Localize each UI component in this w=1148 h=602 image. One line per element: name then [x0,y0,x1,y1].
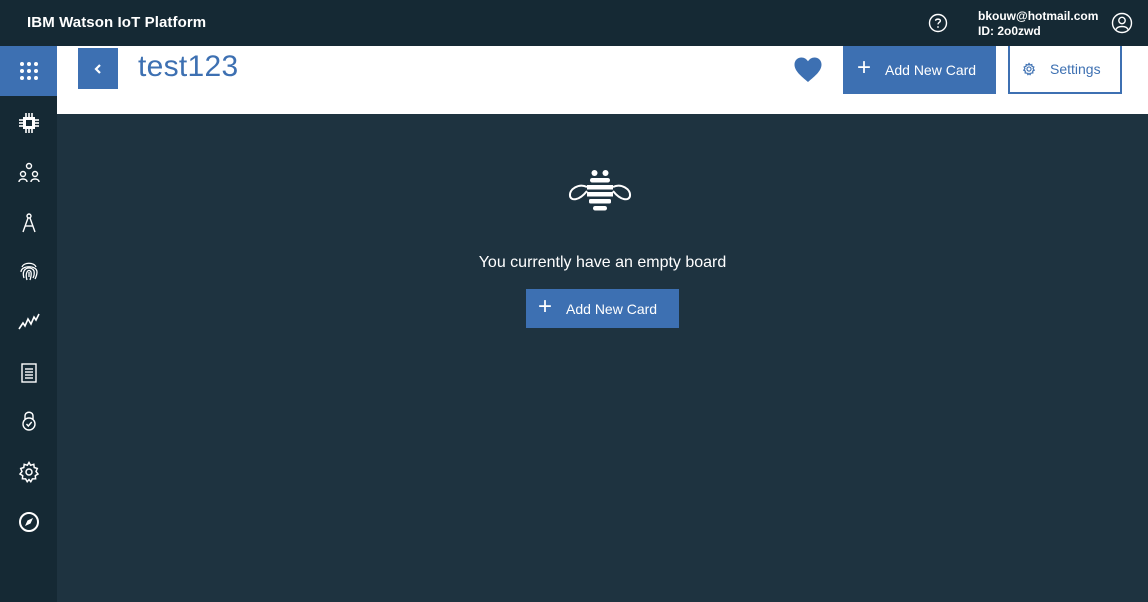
settings-label: Settings [1050,61,1101,77]
plus-icon: + [538,297,552,317]
app-title: IBM Watson IoT Platform [27,14,206,31]
back-button[interactable] [78,48,118,89]
favorite-heart-icon[interactable] [793,56,823,84]
top-bar: IBM Watson IoT Platform bkouw@hotmail.co… [0,0,1148,46]
org-id: ID: 2o0zwd [978,24,1098,39]
document-icon [17,361,41,385]
empty-board-message: You currently have an empty board [57,254,1148,272]
compass-tool-icon [17,211,41,235]
plus-icon: + [857,58,871,78]
user-info: bkouw@hotmail.com ID: 2o0zwd [978,9,1098,39]
help-icon[interactable] [928,13,948,33]
sidebar [0,46,57,602]
user-email: bkouw@hotmail.com [978,9,1098,24]
add-new-card-label: Add New Card [566,301,657,317]
gear-icon [1022,62,1036,76]
bee-icon [567,169,633,213]
sidebar-item-risk[interactable] [0,396,57,446]
sidebar-item-devices[interactable] [0,98,57,148]
empty-board: You currently have an empty board + Add … [57,114,1148,602]
sidebar-item-security[interactable] [0,246,57,296]
add-new-card-button-center[interactable]: + Add New Card [526,289,679,328]
gear-icon [17,460,41,484]
members-icon [17,161,41,185]
apps-grid-icon [17,59,41,83]
board-header: test123 + Add New Card Settings [57,46,1148,114]
sidebar-item-settings[interactable] [0,447,57,497]
add-new-card-button[interactable]: + Add New Card [843,46,996,94]
explore-icon [17,510,41,534]
settings-button[interactable]: Settings [1008,46,1122,94]
sidebar-item-logs[interactable] [0,348,57,398]
sidebar-item-explore[interactable] [0,497,57,547]
sidebar-item-apps[interactable] [0,198,57,248]
chip-icon [17,111,41,135]
sidebar-item-boards[interactable] [0,46,57,96]
lock-icon [17,409,41,433]
board-title: test123 [138,50,239,84]
chevron-left-icon [92,63,104,75]
add-new-card-label: Add New Card [885,62,976,78]
analytics-icon [17,309,41,333]
user-profile-icon[interactable] [1111,12,1133,34]
sidebar-item-analytics[interactable] [0,296,57,346]
sidebar-item-members[interactable] [0,148,57,198]
fingerprint-icon [17,259,41,283]
